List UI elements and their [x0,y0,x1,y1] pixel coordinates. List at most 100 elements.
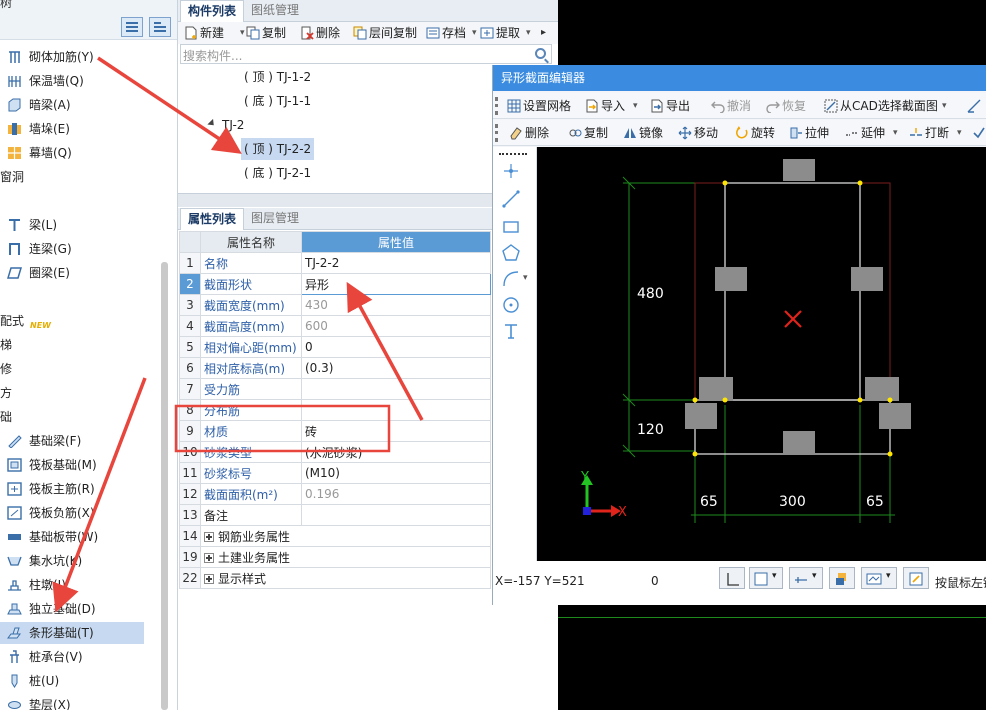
property-value-bottom-elevation[interactable]: (0.3) [301,357,491,379]
property-row[interactable]: 5 相对偏心距(mm) 0 [179,336,491,358]
status-value: 0 [651,574,659,588]
property-edit-button[interactable] [903,567,929,589]
tree-group-prefab[interactable]: 配式 NEW [0,310,51,332]
snap-line-icon [795,577,807,583]
property-value-material[interactable]: 砖 [301,420,491,442]
delete-icon [301,26,314,40]
check-icon[interactable] [973,126,985,140]
tab-layer-management[interactable]: 图层管理 [244,208,306,230]
toolbar-grip[interactable] [495,97,498,115]
property-row[interactable]: 13 备注 [179,504,491,526]
display-settings-button[interactable]: ▾ [861,567,897,589]
property-row[interactable]: 7 受力筋 [179,378,491,400]
extract-dropdown-chevron-icon[interactable]: ▾ [526,22,531,44]
section-drawing-canvas[interactable]: 480 120 65 300 65 Y X [537,147,986,561]
dim-middle-width: 300 [779,494,806,510]
import-dropdown-chevron-icon[interactable]: ▾ [633,95,638,117]
tree-scrollbar[interactable] [161,262,168,710]
toolbar-grip[interactable] [495,124,498,142]
rotate-icon [736,126,748,139]
tree-group-window-opening[interactable]: 窗洞 [0,166,24,188]
arc-tool-icon[interactable] [501,269,521,289]
list-view-button[interactable] [121,17,143,37]
property-row[interactable]: 11 砂浆标号 (M10) [179,462,491,484]
extend-dropdown-chevron-icon[interactable]: ▾ [893,122,898,144]
break-icon [910,128,922,136]
tree-group-stairs[interactable]: 梯 [0,334,12,356]
property-value-distribution-rebar[interactable] [301,399,491,421]
property-row[interactable]: 4 截面高度(mm) 600 [179,315,491,337]
foundation-beam-icon [8,435,22,448]
new-icon [185,26,197,40]
rectangle-tool-icon[interactable] [501,217,521,237]
ortho-toggle-button[interactable] [719,567,745,589]
component-tj-2-2-top[interactable]: ( 顶 ) TJ-2-2 [241,138,315,160]
tree-group-earthwork[interactable]: 方 [0,382,12,404]
measure-icon[interactable] [967,99,981,113]
rebar-markers[interactable] [685,159,911,455]
detail-view-button[interactable] [149,17,171,37]
snap-point-button[interactable]: ▾ [749,567,783,589]
component-tabbar: 构件列表 图纸管理 [178,0,558,22]
property-row[interactable]: 2 截面形状 异形 [179,273,491,295]
tree-group-foundation[interactable]: 础 [0,406,12,428]
property-group-row[interactable]: 19 土建业务属性 [179,546,491,568]
property-row[interactable]: 1 名称 TJ-2-2 [179,252,491,274]
toolbar-overflow-chevron-icon[interactable]: ▸ [541,22,546,44]
circle-tool-icon[interactable] [501,295,521,315]
archive-dropdown-chevron-icon[interactable]: ▾ [472,22,477,44]
collapse-chevron-icon[interactable] [207,118,217,129]
property-row[interactable]: 8 分布筋 [179,399,491,421]
new-dropdown-chevron-icon[interactable]: ▾ [240,22,245,44]
snap-line-button[interactable]: ▾ [789,567,823,589]
drawing-viewport[interactable] [558,605,986,710]
expand-plus-icon[interactable] [204,531,214,542]
point-tool-icon[interactable] [501,161,521,181]
expand-plus-icon[interactable] [204,552,214,563]
component-search-input[interactable]: 搜索构件... [180,44,552,64]
property-value-mortar-grade[interactable]: (M10) [301,462,491,484]
line-tool-icon[interactable] [501,189,521,209]
property-value-section-shape[interactable]: 异形 [301,273,491,295]
text-tool-icon[interactable] [501,321,521,341]
tab-component-list[interactable]: 构件列表 [180,0,245,22]
layer-button[interactable] [829,567,855,589]
property-value-eccentricity[interactable]: 0 [301,336,491,358]
tab-drawing-management[interactable]: 图纸管理 [244,0,306,22]
component-tj-1-2-top[interactable]: ( 顶 ) TJ-1-2 [244,66,311,88]
dialog-title[interactable]: 异形截面编辑器 [493,65,986,91]
copy-shape-icon [569,129,582,137]
property-group-row[interactable]: 14 钢筋业务属性 [179,525,491,547]
property-row[interactable]: 10 砂浆类型 (水泥砂浆) [179,441,491,463]
property-group-row[interactable]: 22 显示样式 [179,567,491,589]
property-row[interactable]: 6 相对底标高(m) (0.3) [179,357,491,379]
tab-property-list[interactable]: 属性列表 [180,208,245,230]
polygon-tool-icon[interactable] [501,243,521,263]
expand-plus-icon[interactable] [204,573,214,584]
component-tj-1-1-bottom[interactable]: ( 底 ) TJ-1-1 [244,90,311,112]
draw-tools-sidebar: ▾ [493,147,537,561]
cad-dropdown-chevron-icon[interactable]: ▾ [942,95,947,117]
tree-panel-header: 树 [0,0,177,40]
property-value-main-rebar[interactable] [301,378,491,400]
tree-group-decoration[interactable]: 修 [0,358,12,380]
search-icon[interactable] [535,48,546,59]
break-dropdown-chevron-icon[interactable]: ▾ [957,122,962,144]
pile-icon [11,674,18,688]
property-table: 属性名称 属性值 1 名称 TJ-2-2 2 截面形状 异形 3 截面宽度(mm) 430 … [179,231,491,589]
property-value-remark[interactable] [301,504,491,526]
property-value-name[interactable]: TJ-2-2 [301,252,491,274]
tree-item-strip-footing[interactable]: 条形基础(T) [0,622,144,644]
property-row[interactable]: 12 截面面积(m²) 0.196 [179,483,491,505]
property-row[interactable]: 3 截面宽度(mm) 430 [179,294,491,316]
arc-dropdown-chevron-icon[interactable]: ▾ [523,273,528,283]
component-group-tj-2[interactable]: TJ-2 [222,114,244,136]
property-value-mortar-type[interactable]: (水泥砂浆) [301,441,491,463]
grid-icon [507,99,521,113]
property-table-header: 属性名称 属性值 [179,231,491,253]
copy-icon [246,26,260,40]
foundation-strip-icon [8,534,21,540]
tools-grip[interactable] [499,153,527,155]
property-row[interactable]: 9 材质砖 [179,420,491,442]
component-tj-2-1-bottom[interactable]: ( 底 ) TJ-2-1 [244,162,311,184]
